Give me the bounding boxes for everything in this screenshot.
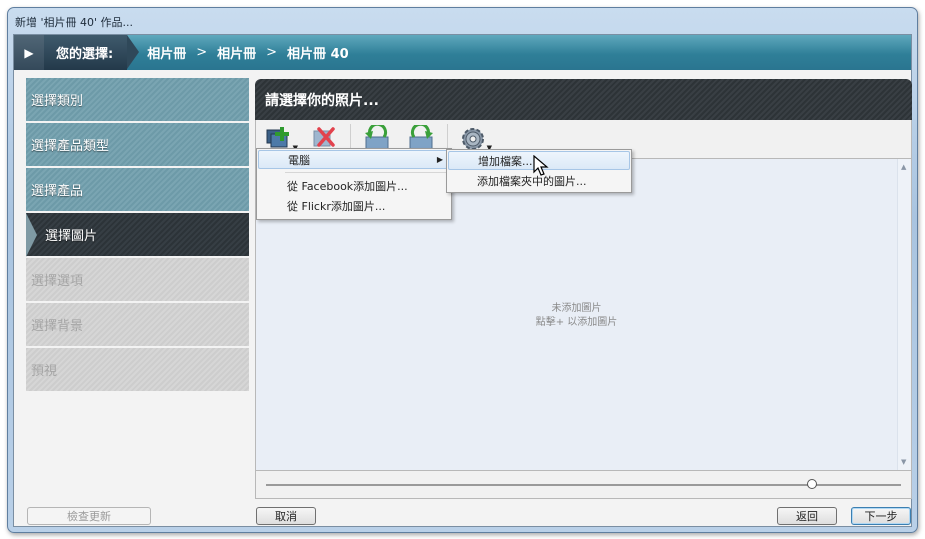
slider-thumb[interactable] — [807, 479, 818, 489]
step-select-product-type[interactable]: 選擇產品類型 — [26, 123, 249, 168]
panel-title: 請選擇你的照片... — [255, 79, 912, 120]
breadcrumb: ▶ 您的選擇: 相片冊 > 相片冊 > 相片冊 40 — [14, 35, 911, 70]
back-button[interactable]: 返回 — [777, 507, 837, 525]
cancel-button[interactable]: 取消 — [256, 507, 316, 525]
wizard-steps: 選擇類別 選擇產品類型 選擇產品 選擇圖片 選擇選項 選擇背景 預視 — [26, 78, 249, 393]
menu-item-facebook[interactable]: 從 Facebook添加圖片... — [257, 176, 451, 196]
window-title: 新增 '相片冊 40' 作品... — [15, 16, 134, 29]
next-button[interactable]: 下一步 — [851, 507, 911, 525]
step-select-background: 選擇背景 — [26, 303, 249, 348]
breadcrumb-label: 您的選擇: — [44, 35, 140, 70]
step-select-product[interactable]: 選擇產品 — [26, 168, 249, 213]
submenu-arrow-icon: ▶ — [436, 155, 443, 164]
breadcrumb-separator: > — [196, 45, 208, 60]
slider-track[interactable] — [266, 484, 901, 486]
scroll-up-icon[interactable]: ▲ — [901, 163, 906, 171]
check-updates-button: 檢查更新 — [27, 507, 151, 525]
step-preview: 預視 — [26, 348, 249, 393]
menu-separator — [285, 172, 449, 173]
breadcrumb-toggle-icon[interactable]: ▶ — [14, 35, 44, 70]
empty-state-message: 未添加圖片 點擊+ 以添加圖片 — [256, 302, 897, 330]
add-photos-menu: 電腦 ▶ 從 Facebook添加圖片... 從 Flickr添加圖片... — [256, 148, 452, 220]
empty-state-line2: 點擊+ 以添加圖片 — [535, 317, 618, 328]
breadcrumb-item-current: 相片冊 40 — [287, 47, 349, 62]
empty-state-line1: 未添加圖片 — [551, 303, 602, 314]
breadcrumb-path: 相片冊 > 相片冊 > 相片冊 40 — [127, 43, 348, 62]
app-window: 新增 '相片冊 40' 作品... ▶ 您的選擇: 相片冊 > 相片冊 > 相片… — [7, 7, 918, 533]
mouse-cursor-icon — [533, 155, 549, 176]
scroll-down-icon[interactable]: ▼ — [901, 458, 906, 466]
wizard-client-area: ▶ 您的選擇: 相片冊 > 相片冊 > 相片冊 40 選擇類別 選擇產品類型 選… — [13, 34, 912, 527]
vertical-scrollbar[interactable]: ▲ ▼ — [897, 159, 911, 470]
breadcrumb-separator: > — [266, 45, 278, 60]
zoom-slider-bar — [255, 471, 912, 499]
breadcrumb-item[interactable]: 相片冊 — [217, 43, 256, 62]
step-select-options: 選擇選項 — [26, 258, 249, 303]
menu-item-flickr[interactable]: 從 Flickr添加圖片... — [257, 196, 451, 216]
breadcrumb-item[interactable]: 相片冊 — [147, 43, 186, 62]
menu-item-computer-label: 電腦 — [288, 153, 310, 167]
step-select-photos[interactable]: 選擇圖片 — [26, 213, 249, 258]
step-select-category[interactable]: 選擇類別 — [26, 78, 249, 123]
menu-item-computer[interactable]: 電腦 ▶ — [258, 150, 450, 169]
